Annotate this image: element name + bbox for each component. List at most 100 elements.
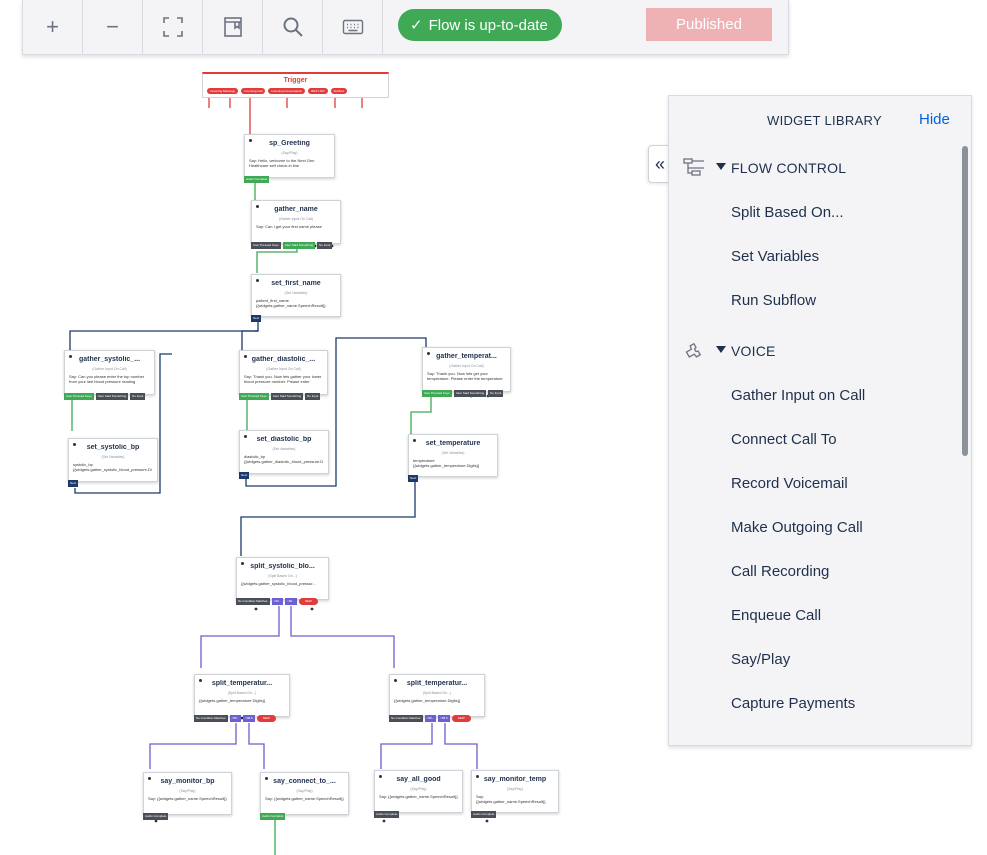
widget-title: set_diastolic_bp xyxy=(256,436,312,443)
library-item-say-play[interactable]: Say/Play xyxy=(731,651,790,668)
library-item-capture-payments[interactable]: Capture Payments xyxy=(731,695,855,712)
widget-port[interactable]: User Said Something xyxy=(282,242,316,249)
widget-library-title: WIDGET LIBRARY xyxy=(767,113,882,128)
connector xyxy=(290,606,395,668)
widget-port[interactable]: User Said Something xyxy=(270,393,304,400)
widget-gather-systolic[interactable]: gather_systolic_... (Gather Input On Cal… xyxy=(64,350,155,400)
widget-port[interactable]: <90... xyxy=(271,598,284,605)
widget-port[interactable]: No Input xyxy=(130,393,146,400)
widget-port[interactable]: User Pressed Keys xyxy=(251,242,281,249)
widget-port[interactable]: User Said Something xyxy=(95,393,129,400)
widget-port[interactable]: Next xyxy=(408,475,419,482)
widget-type: (Gather Input On Call) xyxy=(92,367,127,371)
widget-port-new[interactable]: NEW xyxy=(451,715,471,722)
trigger-widget[interactable]: Trigger Incoming Message Incoming Call I… xyxy=(202,72,389,98)
widget-type: (Set Variables) xyxy=(272,447,296,451)
library-item-gather-input-on-call[interactable]: Gather Input on Call xyxy=(731,387,865,404)
fit-screen-button[interactable] xyxy=(143,0,203,54)
check-icon: ✓ xyxy=(410,17,423,34)
library-section-flow-control[interactable]: FLOW CONTROL xyxy=(669,153,959,183)
widget-port[interactable]: Audio Complete xyxy=(143,813,169,820)
widget-sp-greeting[interactable]: sp_Greeting (Say/Play) Say: Hello, welco… xyxy=(244,134,335,183)
widget-port[interactable]: No Input xyxy=(305,393,321,400)
connector xyxy=(241,330,258,352)
widget-say-connect-to[interactable]: say_connect_to_... (Say/Play) Say: {{wid… xyxy=(260,772,349,820)
widget-port[interactable]: Audio Complete xyxy=(260,813,286,820)
widget-type: (Split Based On...) xyxy=(422,691,452,695)
widget-port[interactable]: No Condition Matches xyxy=(389,715,423,722)
hide-library-link[interactable]: Hide xyxy=(919,111,950,128)
trigger-port[interactable]: Incoming Message xyxy=(207,88,239,94)
search-icon xyxy=(283,17,303,37)
keyboard-icon xyxy=(342,19,363,35)
widget-gather-diastolic[interactable]: gather_diastolic_... (Gather Input On Ca… xyxy=(239,350,328,400)
widget-split-temperature-right[interactable]: split_temperatur... (Split Based On...) … xyxy=(389,674,485,722)
widget-port-new[interactable]: NEW xyxy=(298,598,318,605)
widget-port[interactable]: <98... xyxy=(229,715,242,722)
trigger-port[interactable]: Incoming Call xyxy=(241,88,266,94)
widget-port[interactable]: Audio Complete xyxy=(244,176,270,183)
widget-body: Say: {{widgets.gather_name.SpeechResult}… xyxy=(265,796,344,801)
flow-status-badge: ✓ Flow is up-to-date xyxy=(398,9,562,41)
keyboard-shortcuts-button[interactable] xyxy=(323,0,383,54)
widget-type: (Set Variables) xyxy=(101,455,125,459)
widget-gather-temperature[interactable]: gather_temperat... (Gather Input On Call… xyxy=(422,347,511,397)
widget-port-new[interactable]: NEW xyxy=(256,715,276,722)
widget-port[interactable]: <98... xyxy=(424,715,437,722)
search-button[interactable] xyxy=(263,0,323,54)
connector xyxy=(410,395,432,434)
trigger-port[interactable]: REST API xyxy=(308,88,328,94)
widget-port[interactable]: No Condition Matches xyxy=(236,598,270,605)
widget-port[interactable]: Audio Complete xyxy=(471,811,497,818)
widget-port[interactable]: User Said Something xyxy=(453,390,487,397)
widget-set-diastolic-bp[interactable]: set_diastolic_bp (Set Variables) diastol… xyxy=(239,430,329,479)
widget-port[interactable]: >90... xyxy=(285,598,297,605)
zoom-out-button[interactable]: − xyxy=(83,0,143,54)
widget-split-systolic[interactable]: split_systolic_blo... (Split Based On...… xyxy=(236,557,329,605)
notes-button[interactable] xyxy=(203,0,263,54)
library-item-set-variables[interactable]: Set Variables xyxy=(731,248,819,265)
widget-port[interactable]: >98.6 xyxy=(243,715,255,722)
widget-port[interactable]: No Input xyxy=(317,242,333,249)
zoom-in-button[interactable]: + xyxy=(23,0,83,54)
library-item-enqueue-call[interactable]: Enqueue Call xyxy=(731,607,821,624)
widget-port[interactable]: >98.6 xyxy=(438,715,450,722)
widget-say-all-good[interactable]: say_all_good (Say/Play) Say: {{widgets.g… xyxy=(374,770,463,818)
widget-port[interactable]: No Input xyxy=(488,390,504,397)
library-item-split-based-on[interactable]: Split Based On... xyxy=(731,204,844,221)
widget-port[interactable]: Next xyxy=(251,315,262,322)
library-section-voice[interactable]: VOICE xyxy=(669,336,959,366)
widget-port[interactable]: No Condition Matches xyxy=(194,715,228,722)
section-label: FLOW CONTROL xyxy=(731,160,847,176)
widget-port[interactable]: User Pressed Keys xyxy=(64,393,94,400)
widget-port[interactable]: Next xyxy=(68,480,79,487)
connector xyxy=(69,316,259,352)
trigger-port[interactable]: Subflow xyxy=(330,88,348,94)
widget-port[interactable]: User Pressed Keys xyxy=(239,393,269,400)
widget-set-first-name[interactable]: set_first_name (Set Variables) patient_f… xyxy=(251,274,341,322)
library-item-connect-call-to[interactable]: Connect Call To xyxy=(731,431,837,448)
library-item-call-recording[interactable]: Call Recording xyxy=(731,563,829,580)
widget-port[interactable]: User Pressed Keys xyxy=(422,390,452,397)
library-item-make-outgoing-call[interactable]: Make Outgoing Call xyxy=(731,519,863,536)
library-item-run-subflow[interactable]: Run Subflow xyxy=(731,292,816,309)
widget-type: (Set Variables) xyxy=(441,451,465,455)
fit-screen-icon xyxy=(162,17,183,37)
flow-control-icon xyxy=(683,158,704,176)
widget-say-monitor-temp[interactable]: say_monitor_temp (Say/Play) Say: {{widge… xyxy=(471,770,559,818)
trigger-port[interactable]: Incoming Conversation xyxy=(268,88,306,94)
widget-body: {{widgets.gather_temperature.Digits}} xyxy=(199,698,266,703)
widget-split-temperature-left[interactable]: split_temperatur... (Split Based On...) … xyxy=(194,674,290,722)
widget-gather-name[interactable]: gather_name (Gather Input On Call) Say: … xyxy=(251,200,341,249)
widget-set-temperature[interactable]: set_temperature (Set Variables) temperat… xyxy=(408,434,498,482)
widget-say-monitor-bp[interactable]: say_monitor_bp (Say/Play) Say: {{widgets… xyxy=(143,772,232,820)
widget-port[interactable]: Audio Complete xyxy=(374,811,400,818)
widget-port[interactable]: Next xyxy=(239,472,250,479)
library-scrollbar[interactable] xyxy=(962,146,968,456)
library-item-record-voicemail[interactable]: Record Voicemail xyxy=(731,475,848,492)
widget-body: Say: {{widgets.gather_name.SpeechResult}… xyxy=(379,794,458,799)
connector xyxy=(149,723,237,769)
widget-set-systolic-bp[interactable]: set_systolic_bp (Set Variables) systolic… xyxy=(68,438,158,487)
widget-body: diastolic_bp {{widgets.gather_diastolic_… xyxy=(244,454,324,464)
publish-button[interactable]: Published xyxy=(646,8,772,41)
